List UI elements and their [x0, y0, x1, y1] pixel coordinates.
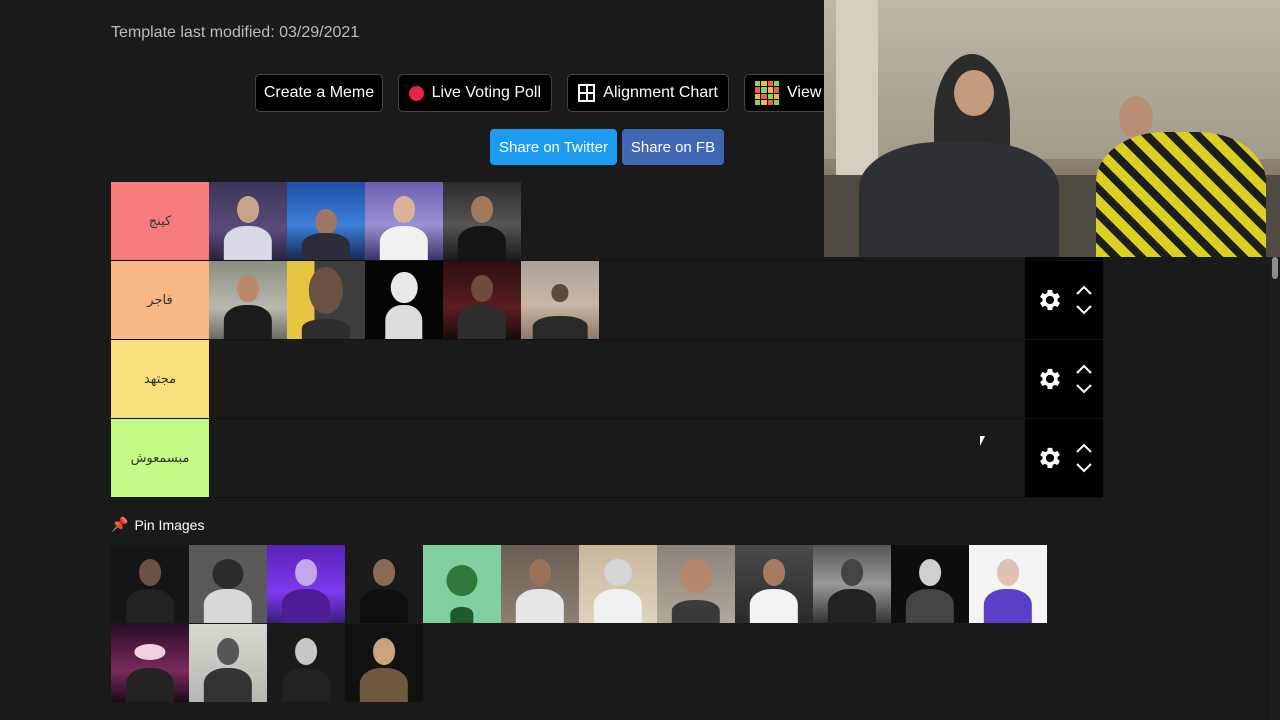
tier-image[interactable]: [209, 261, 287, 339]
create-meme-button[interactable]: Create a Meme: [255, 74, 383, 112]
image-pool[interactable]: [111, 545, 1051, 703]
chevron-up-icon[interactable]: [1076, 285, 1092, 295]
alignment-chart-label: Alignment Chart: [603, 84, 718, 101]
pushpin-icon: 📌: [111, 516, 129, 532]
pool-image[interactable]: [111, 624, 189, 702]
tier-label[interactable]: مبسمعوش: [111, 419, 209, 497]
gear-icon[interactable]: [1036, 444, 1064, 472]
pool-image[interactable]: [267, 545, 345, 623]
pool-image[interactable]: [345, 545, 423, 623]
tier-items[interactable]: [209, 340, 1025, 418]
mouse-cursor: [980, 436, 990, 446]
pin-images-toggle[interactable]: 📌 Pin Images: [111, 516, 204, 533]
scrollbar-thumb[interactable]: [1272, 257, 1278, 279]
action-toolbar: Create a Meme Live Voting Poll Alignment…: [255, 74, 844, 114]
tier-controls: [1025, 261, 1103, 339]
tier-controls: [1025, 419, 1103, 497]
tier-label[interactable]: مجتهد: [111, 340, 209, 418]
tier-image[interactable]: [443, 261, 521, 339]
mosaic-icon: [755, 81, 779, 105]
move-arrows: [1076, 364, 1092, 394]
grid-icon: [578, 84, 596, 102]
tier-label[interactable]: كينج: [111, 182, 209, 260]
tier-image[interactable]: [365, 182, 443, 260]
share-twitter-button[interactable]: Share on Twitter: [490, 129, 617, 165]
tier-image[interactable]: [521, 261, 599, 339]
tier-image[interactable]: [365, 261, 443, 339]
tier-image[interactable]: [287, 261, 365, 339]
tier-items[interactable]: [209, 261, 1025, 339]
gear-icon[interactable]: [1036, 365, 1064, 393]
pool-image[interactable]: [969, 545, 1047, 623]
pool-image[interactable]: [657, 545, 735, 623]
tier-list-page: Template last modified: 03/29/2021 Creat…: [0, 0, 1280, 720]
pool-image[interactable]: [267, 624, 345, 702]
pool-image[interactable]: [345, 624, 423, 702]
pool-image[interactable]: [111, 545, 189, 623]
create-meme-label: Create a Meme: [263, 84, 375, 101]
view-label: View: [787, 84, 822, 101]
pool-image[interactable]: [891, 545, 969, 623]
share-fb-button[interactable]: Share on FB: [622, 129, 724, 165]
tier-label[interactable]: فاجر: [111, 261, 209, 339]
webcam-overlay: [824, 0, 1280, 257]
move-arrows: [1076, 285, 1092, 315]
red-dot-icon: [409, 85, 424, 101]
pool-image[interactable]: [579, 545, 657, 623]
pin-images-label: Pin Images: [134, 516, 205, 533]
pool-image[interactable]: [813, 545, 891, 623]
pool-image[interactable]: [189, 624, 267, 702]
live-voting-poll-button[interactable]: Live Voting Poll: [398, 74, 552, 112]
page-scrollbar[interactable]: [1270, 257, 1280, 720]
template-modified-text: Template last modified: 03/29/2021: [111, 24, 360, 41]
pool-image[interactable]: [189, 545, 267, 623]
tier-row: فاجر: [111, 261, 1103, 340]
tier-image[interactable]: [443, 182, 521, 260]
chevron-up-icon[interactable]: [1076, 364, 1092, 374]
tier-image[interactable]: [209, 182, 287, 260]
live-voting-label: Live Voting Poll: [431, 84, 541, 101]
pool-image[interactable]: [423, 545, 501, 623]
gear-icon[interactable]: [1036, 286, 1064, 314]
share-buttons: Share on Twitter Share on FB: [490, 129, 724, 165]
pool-image[interactable]: [735, 545, 813, 623]
tier-row: مجتهد: [111, 340, 1103, 419]
chevron-down-icon[interactable]: [1076, 384, 1092, 394]
tier-row: مبسمعوش: [111, 419, 1103, 498]
chevron-down-icon[interactable]: [1076, 305, 1092, 315]
move-arrows: [1076, 443, 1092, 473]
pool-image[interactable]: [501, 545, 579, 623]
chevron-down-icon[interactable]: [1076, 463, 1092, 473]
tier-controls: [1025, 340, 1103, 418]
tier-image[interactable]: [287, 182, 365, 260]
chevron-up-icon[interactable]: [1076, 443, 1092, 453]
tier-items[interactable]: [209, 419, 1025, 497]
alignment-chart-button[interactable]: Alignment Chart: [567, 74, 729, 112]
